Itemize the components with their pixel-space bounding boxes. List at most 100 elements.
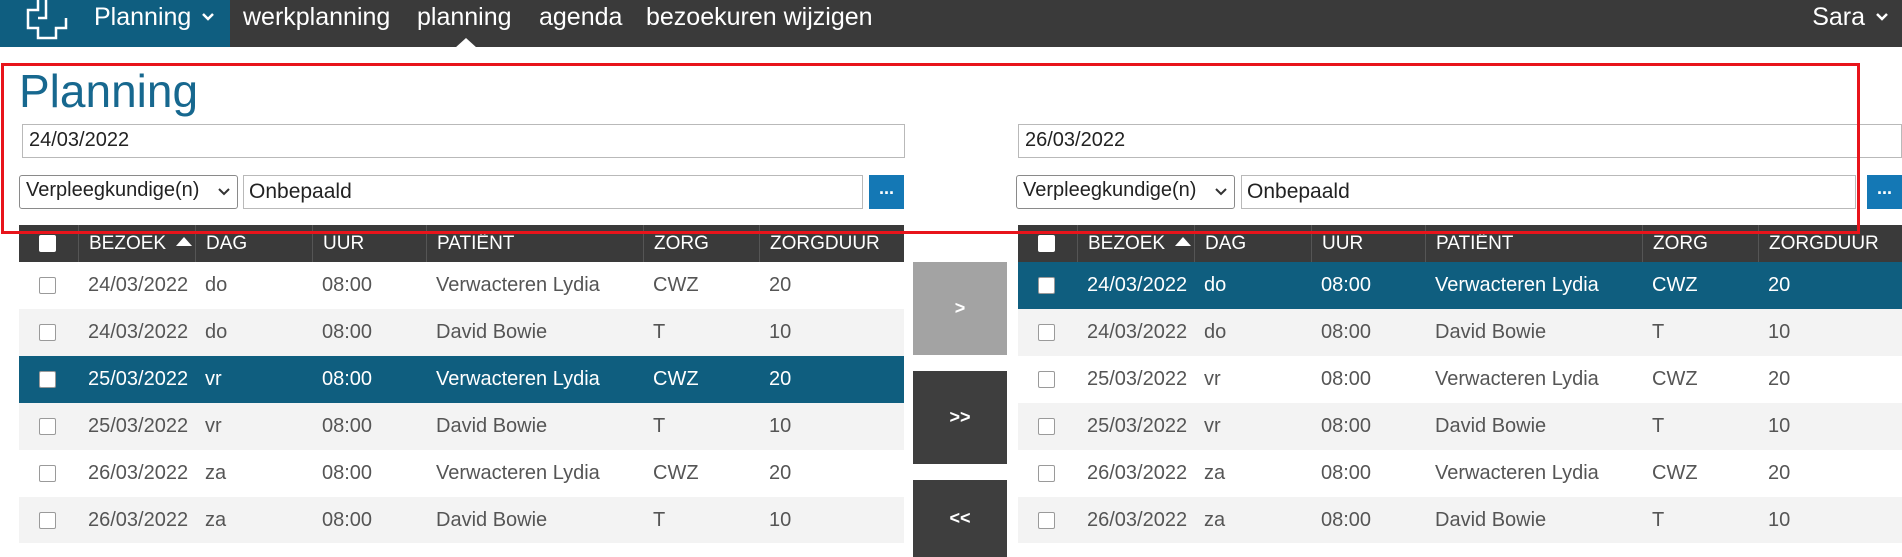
select-all-checkbox[interactable]: [1038, 235, 1055, 252]
right-person-input[interactable]: Onbepaald: [1241, 175, 1856, 209]
table-row[interactable]: 24/03/2022 do 08:00 Verwacteren Lydia CWZ 20: [1018, 262, 1902, 309]
header-col-bezoek[interactable]: BEZOEK: [1077, 225, 1194, 262]
cell-zorg: T: [653, 415, 666, 437]
header-label: DAG: [206, 233, 248, 254]
cell-uur: 08:00: [1321, 415, 1372, 437]
move-selected-right-button[interactable]: >: [913, 262, 1007, 355]
move-all-left-button[interactable]: <<: [913, 480, 1007, 557]
cell-bezoek: 24/03/2022: [88, 321, 189, 343]
table-row[interactable]: 25/03/2022 vr 08:00 David Bowie T 10: [1018, 403, 1902, 450]
cell-uur: 08:00: [322, 509, 373, 531]
header-label: DAG: [1205, 233, 1247, 254]
cell-zorg: T: [653, 509, 666, 531]
cell-zorgduur: 20: [769, 368, 792, 390]
left-person-input[interactable]: Onbepaald: [243, 175, 863, 209]
header-col-patient[interactable]: PATIËNT: [426, 225, 643, 262]
table-row[interactable]: 26/03/2022 za 08:00 David Bowie T 10: [1018, 497, 1902, 543]
left-role-select[interactable]: Verpleegkundige(n): [19, 175, 238, 209]
chevron-down-icon: [202, 13, 214, 21]
cell-bezoek: 26/03/2022: [88, 509, 189, 531]
cell-uur: 08:00: [1321, 321, 1372, 343]
row-checkbox[interactable]: [39, 324, 56, 341]
row-checkbox[interactable]: [39, 371, 56, 388]
row-checkbox[interactable]: [1038, 277, 1055, 294]
left-more-button[interactable]: ...: [869, 175, 904, 209]
table-row[interactable]: 25/03/2022 vr 08:00 Verwacteren Lydia CWZ 20: [1018, 356, 1902, 403]
row-checkbox[interactable]: [39, 512, 56, 529]
cell-zorgduur: 10: [769, 509, 792, 531]
header-label: ZORG: [1653, 233, 1708, 254]
row-checkbox[interactable]: [1038, 418, 1055, 435]
cell-zorg: T: [1652, 321, 1665, 343]
cell-zorgduur: 20: [769, 462, 792, 484]
right-more-button[interactable]: ...: [1867, 175, 1902, 209]
header-col-zorg[interactable]: ZORG: [643, 225, 759, 262]
header-col-zorgduur[interactable]: ZORGDUUR: [759, 225, 904, 262]
cell-bezoek: 25/03/2022: [1087, 368, 1188, 390]
cell-patient: Verwacteren Lydia: [1435, 274, 1599, 296]
cell-dag: vr: [1204, 415, 1221, 437]
cell-uur: 08:00: [322, 321, 373, 343]
table-row[interactable]: 25/03/2022 vr 08:00 David Bowie T 10: [19, 403, 904, 450]
header-col-uur[interactable]: UUR: [312, 225, 426, 262]
table-row[interactable]: 25/03/2022 vr 08:00 Verwacteren Lydia CWZ 20: [19, 356, 904, 403]
header-col-patient[interactable]: PATIËNT: [1425, 225, 1642, 262]
table-header: BEZOEK DAG UUR PATIËNT ZORG ZORGDUUR: [1018, 225, 1902, 262]
select-all-checkbox[interactable]: [39, 235, 56, 252]
table-row[interactable]: 24/03/2022 do 08:00 David Bowie T 10: [1018, 309, 1902, 356]
cell-dag: vr: [205, 368, 222, 390]
row-checkbox[interactable]: [1038, 465, 1055, 482]
nav-werkplanning[interactable]: werkplanning: [243, 0, 390, 34]
table-row[interactable]: 24/03/2022 do 08:00 Verwacteren Lydia CWZ 20: [19, 262, 904, 309]
row-checkbox[interactable]: [1038, 324, 1055, 341]
cell-dag: vr: [1204, 368, 1221, 390]
module-switcher[interactable]: Planning: [0, 0, 230, 47]
cell-patient: David Bowie: [436, 321, 548, 343]
cell-patient: David Bowie: [1435, 415, 1547, 437]
header-col-uur[interactable]: UUR: [1311, 225, 1425, 262]
move-all-right-button[interactable]: >>: [913, 371, 1007, 464]
header-label: UUR: [323, 233, 365, 254]
sort-ascending-icon: [176, 237, 193, 246]
cell-zorg: T: [1652, 509, 1665, 531]
table-row[interactable]: 24/03/2022 do 08:00 David Bowie T 10: [19, 309, 904, 356]
header-col-dag[interactable]: DAG: [1194, 225, 1311, 262]
row-checkbox[interactable]: [1038, 371, 1055, 388]
row-checkbox[interactable]: [1038, 512, 1055, 529]
cell-uur: 08:00: [1321, 368, 1372, 390]
cell-zorg: T: [1652, 415, 1665, 437]
cell-zorgduur: 10: [769, 321, 792, 343]
header-col-dag[interactable]: DAG: [195, 225, 312, 262]
cell-zorg: CWZ: [653, 462, 699, 484]
cell-patient: Verwacteren Lydia: [436, 274, 600, 296]
row-checkbox[interactable]: [39, 465, 56, 482]
header-label: UUR: [1322, 233, 1364, 254]
header-col-zorgduur[interactable]: ZORGDUUR: [1758, 225, 1902, 262]
row-checkbox[interactable]: [39, 277, 56, 294]
right-date-input[interactable]: 26/03/2022: [1018, 124, 1902, 158]
left-date-input[interactable]: 24/03/2022: [22, 124, 905, 158]
cell-zorg: CWZ: [653, 274, 699, 296]
table-row[interactable]: 26/03/2022 za 08:00 David Bowie T 10: [19, 497, 904, 543]
cell-patient: Verwacteren Lydia: [1435, 368, 1599, 390]
right-role-select[interactable]: Verpleegkundige(n): [1016, 175, 1235, 209]
nav-bezoekuren-wijzigen[interactable]: bezoekuren wijzigen: [646, 0, 873, 34]
row-checkbox[interactable]: [39, 418, 56, 435]
right-visits-table: BEZOEK DAG UUR PATIËNT ZORG ZORGDUUR 24/03/202…: [1018, 225, 1902, 543]
cell-dag: do: [1204, 274, 1227, 296]
cell-bezoek: 26/03/2022: [1087, 509, 1188, 531]
user-menu[interactable]: Sara: [1812, 0, 1865, 34]
cell-zorgduur: 20: [1768, 274, 1791, 296]
cell-zorgduur: 20: [1768, 368, 1791, 390]
nav-planning[interactable]: planning: [417, 0, 512, 34]
cell-zorg: CWZ: [1652, 368, 1698, 390]
cell-bezoek: 26/03/2022: [1087, 462, 1188, 484]
header-label: ZORGDUUR: [770, 233, 880, 254]
cell-uur: 08:00: [322, 462, 373, 484]
header-col-bezoek[interactable]: BEZOEK: [78, 225, 195, 262]
table-row[interactable]: 26/03/2022 za 08:00 Verwacteren Lydia CWZ 20: [1018, 450, 1902, 497]
nav-agenda[interactable]: agenda: [539, 0, 622, 34]
header-col-zorg[interactable]: ZORG: [1642, 225, 1758, 262]
table-row[interactable]: 26/03/2022 za 08:00 Verwacteren Lydia CWZ 20: [19, 450, 904, 497]
cell-dag: do: [205, 321, 228, 343]
